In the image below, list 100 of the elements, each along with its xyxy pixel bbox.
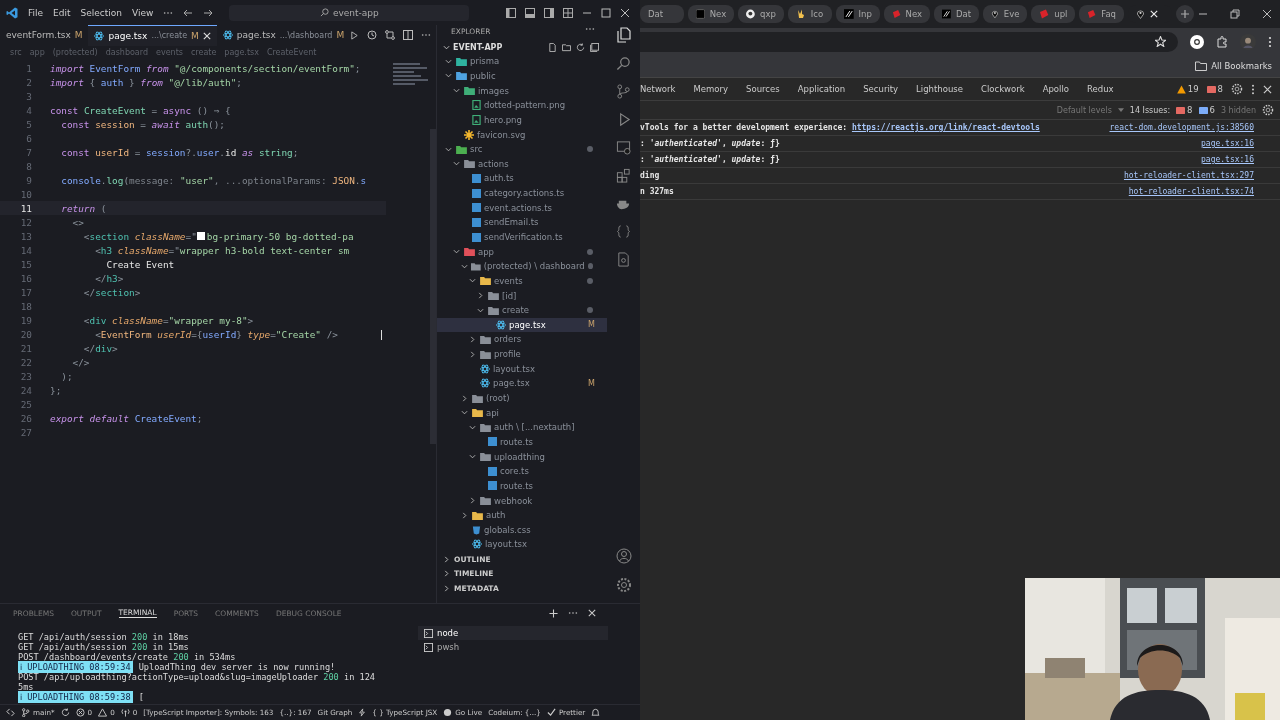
tree-item[interactable]: dotted-pattern.png (437, 97, 607, 113)
error-count[interactable]: 8 (1206, 84, 1223, 94)
files-icon[interactable] (615, 27, 632, 43)
tree-item[interactable]: (root) (437, 390, 607, 406)
editor-tab[interactable]: page.tsx ...\dashboard M (216, 25, 351, 45)
source-link[interactable]: page.tsx:16 (1201, 139, 1254, 148)
terminal-item[interactable]: pwsh (418, 640, 608, 654)
browser-tab[interactable]: Nex (883, 5, 931, 23)
levels-dropdown[interactable]: Default levels (1056, 105, 1112, 115)
extension-icon[interactable] (1190, 34, 1204, 49)
browser-tab[interactable]: Ico (787, 5, 832, 23)
tree-item[interactable]: images (437, 83, 607, 98)
back-icon[interactable] (183, 8, 194, 17)
tree-item[interactable]: [id] (437, 288, 607, 303)
split-icon[interactable] (403, 30, 414, 40)
bell-icon[interactable] (591, 708, 601, 717)
terminal-item[interactable]: node (418, 626, 608, 640)
devtools-tab[interactable]: Network (640, 84, 685, 94)
menu-icon[interactable] (1268, 35, 1272, 48)
devtools-tab[interactable]: Sources (737, 84, 789, 94)
tree-item[interactable]: public (437, 68, 607, 84)
close-icon[interactable] (202, 31, 211, 40)
close-icon[interactable] (1262, 9, 1272, 19)
browser-tab[interactable]: Eve (983, 5, 1028, 23)
new-folder-icon[interactable] (562, 42, 571, 52)
tree-item[interactable]: auth (437, 507, 607, 523)
source-link[interactable]: hot-reloader-client.tsx:297 (1123, 171, 1254, 180)
menu-item[interactable]: View (132, 7, 154, 18)
layout-icon[interactable] (544, 7, 554, 18)
history-icon[interactable] (367, 30, 378, 40)
more-icon[interactable] (421, 33, 432, 37)
close-icon[interactable] (1263, 84, 1272, 94)
browser-tab[interactable]: Inp (835, 5, 880, 23)
lightning-icon[interactable] (358, 708, 367, 717)
settings-icon[interactable] (1262, 104, 1274, 116)
bookmarks-folder[interactable]: All Bookmarks (1211, 61, 1272, 71)
caret-icon[interactable] (1117, 108, 1124, 112)
refresh-icon[interactable] (576, 42, 585, 52)
tree-item[interactable]: src (437, 141, 607, 157)
browser-tab[interactable]: Dat (934, 5, 979, 23)
command-search[interactable]: event-app (229, 4, 470, 21)
maximize-icon[interactable] (601, 7, 611, 18)
tree-item[interactable]: route.ts (437, 434, 607, 450)
more-icon[interactable] (163, 10, 174, 15)
menu-item[interactable]: Edit (53, 7, 71, 18)
source-link[interactable]: react-dom.development.js:38560 (1109, 123, 1254, 132)
tree-item[interactable]: uploadthing (437, 449, 607, 464)
tree-item[interactable]: hero.png (437, 112, 607, 128)
run-icon[interactable] (350, 30, 360, 40)
tree-item[interactable]: api (437, 405, 607, 420)
browser-tab[interactable]: Faq (1079, 5, 1124, 23)
tree-item[interactable]: actions (437, 156, 607, 172)
devtools-tab[interactable]: Lighthouse (907, 84, 972, 94)
tree-item[interactable]: events (437, 273, 607, 289)
devtools-tab[interactable]: Clockwork (971, 84, 1034, 94)
extensions-icon[interactable] (616, 168, 631, 183)
issue-error-count[interactable]: 8 (1176, 105, 1193, 115)
settings-icon[interactable] (615, 577, 632, 593)
warning-count[interactable]: 19 (1176, 84, 1199, 94)
bookmark-star-icon[interactable] (1155, 36, 1166, 47)
new-file-icon[interactable] (548, 42, 557, 52)
close-icon[interactable] (620, 7, 630, 18)
extensions-icon[interactable] (1216, 35, 1228, 48)
tree-item[interactable]: sendEmail.ts (437, 215, 607, 230)
settings-icon[interactable] (1231, 83, 1243, 95)
new-tab-button[interactable] (1176, 5, 1194, 23)
braces-icon[interactable] (616, 224, 631, 239)
browser-tab[interactable]: upl (1031, 5, 1076, 23)
browser-tab[interactable]: Nex (688, 5, 735, 23)
forward-icon[interactable] (203, 8, 214, 17)
account-icon[interactable] (615, 548, 632, 564)
source-link[interactable]: page.tsx:16 (1201, 155, 1254, 164)
editor-tab[interactable]: page.tsx ...\create M (88, 24, 217, 46)
remote-icon[interactable] (616, 140, 631, 155)
collapse-icon[interactable] (590, 42, 599, 52)
editor-tab[interactable]: eventForm.tsx M (0, 25, 89, 45)
devtools-tab[interactable]: Application (788, 84, 855, 94)
tree-item[interactable]: sendVerification.ts (437, 229, 607, 245)
tree-item[interactable]: category.actions.ts (437, 185, 607, 201)
source-link[interactable]: hot-reloader-client.tsx:74 (1128, 187, 1254, 196)
remote-icon[interactable] (6, 708, 15, 717)
chevron-down-icon[interactable] (443, 43, 450, 51)
tree-item[interactable]: auth.ts (437, 171, 607, 186)
tree-item[interactable]: prisma (437, 54, 607, 69)
browser-tab[interactable]: qxp (738, 5, 784, 23)
tree-item[interactable]: app (437, 244, 607, 259)
tree-item[interactable]: favicon.svg (437, 127, 607, 142)
document-gear-icon[interactable] (616, 252, 631, 267)
console-link[interactable]: https://reactjs.org/link/react-devtools (851, 123, 1040, 132)
more-icon[interactable] (585, 27, 595, 31)
tree-item[interactable]: layout.tsx (437, 537, 607, 552)
issue-info-count[interactable]: 6 (1198, 105, 1215, 115)
devtools-tab[interactable]: Memory (684, 84, 738, 94)
tree-item[interactable]: core.ts (437, 463, 607, 479)
tree-item[interactable]: globals.css (437, 522, 607, 538)
tree-item[interactable]: route.ts (437, 478, 607, 494)
layout-icon[interactable] (506, 7, 516, 18)
devtools-tab[interactable]: Apollo (1033, 84, 1078, 94)
tree-item[interactable]: auth \ [...nextauth] (437, 420, 607, 435)
menu-item[interactable]: File (28, 7, 44, 18)
